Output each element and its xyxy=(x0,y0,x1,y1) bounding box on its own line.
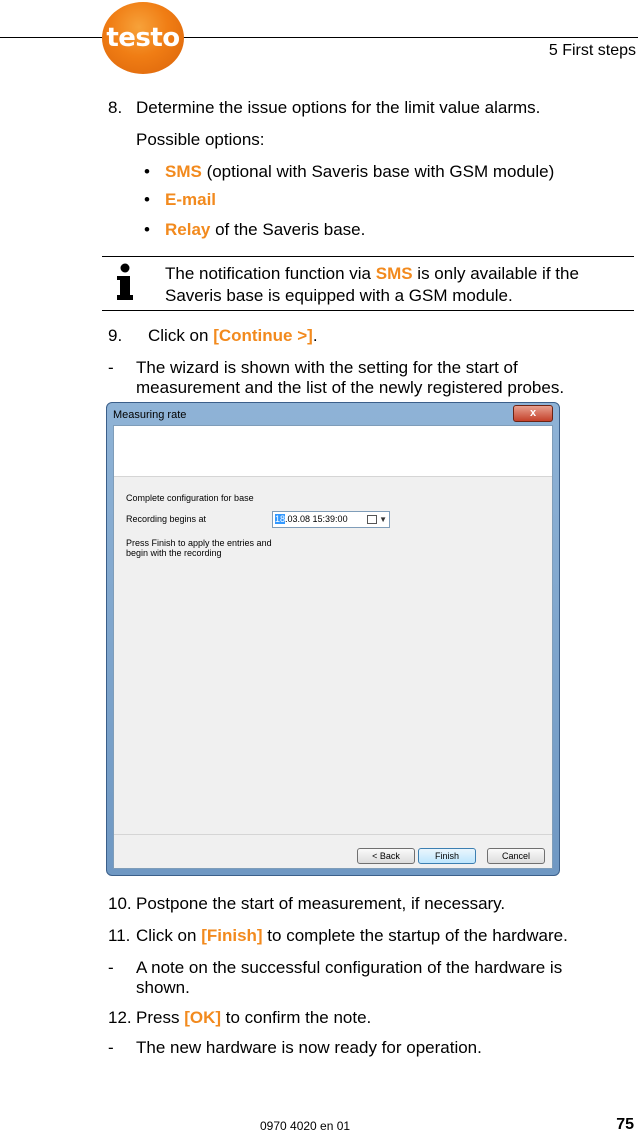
info-rule-bottom xyxy=(102,310,634,311)
dialog-header-panel xyxy=(114,426,552,477)
option-email: • E-mail xyxy=(144,190,217,209)
cancel-button[interactable]: Cancel xyxy=(487,848,545,864)
info-text-line2: Saveris base is equipped with a GSM modu… xyxy=(165,286,513,305)
info-icon xyxy=(117,263,133,300)
page-number: 75 xyxy=(616,1116,634,1133)
possible-options: Possible options: xyxy=(136,130,265,149)
document-number: 0970 4020 en 01 xyxy=(260,1119,351,1133)
info-text-line1: The notification function via SMS is onl… xyxy=(165,264,579,283)
header-rule-right xyxy=(182,37,638,38)
option-sms: • SMS (optional with Saveris base with G… xyxy=(144,162,555,181)
finish-hint-line1: Press Finish to apply the entries and xyxy=(126,538,272,548)
result-2-line2: shown. xyxy=(136,978,190,997)
date-rest: .03.08 15:39:00 xyxy=(285,514,348,524)
dialog-heading: Complete configuration for base xyxy=(126,493,254,503)
option-relay: • Relay of the Saveris base. xyxy=(144,220,366,239)
finish-button[interactable]: Finish xyxy=(418,848,476,864)
measuring-rate-dialog: Measuring rate x Complete configuration … xyxy=(106,402,560,876)
step-8: 8. Determine the issue options for the li… xyxy=(108,98,541,117)
dialog-title: Measuring rate xyxy=(113,409,187,421)
calendar-icon[interactable] xyxy=(367,515,377,524)
back-button[interactable]: < Back xyxy=(357,848,415,864)
header-rule-left xyxy=(0,37,104,38)
dialog-button-separator xyxy=(114,834,552,835)
date-day-segment[interactable]: 18 xyxy=(275,514,286,524)
recording-label: Recording begins at xyxy=(126,514,207,524)
testo-logo: testo xyxy=(102,2,184,74)
result-1-line2: measurement and the list of the newly re… xyxy=(136,378,565,397)
result-2: - A note on the successful configuration… xyxy=(108,958,563,977)
recording-datetime-picker[interactable]: 18.03.08 15:39:00 ▼ xyxy=(272,511,390,528)
chevron-down-icon[interactable]: ▼ xyxy=(379,512,387,527)
step-10: 10. Postpone the start of measurement, if… xyxy=(108,894,506,913)
result-3: - The new hardware is now ready for oper… xyxy=(108,1038,482,1057)
step-12: 12. Press [OK] to confirm the note. xyxy=(108,1008,372,1027)
info-rule-top xyxy=(102,256,634,257)
dialog-close-button[interactable]: x xyxy=(513,405,553,422)
step-9: 9. Click on [Continue >]. xyxy=(108,326,318,345)
result-1: - The wizard is shown with the setting f… xyxy=(108,358,518,377)
step-11: 11. Click on [Finish] to complete the st… xyxy=(108,926,568,945)
finish-hint-line2: begin with the recording xyxy=(126,548,222,558)
dialog-client-area: Complete configuration for base Recordin… xyxy=(113,425,553,869)
section-title: 5 First steps xyxy=(548,42,636,59)
